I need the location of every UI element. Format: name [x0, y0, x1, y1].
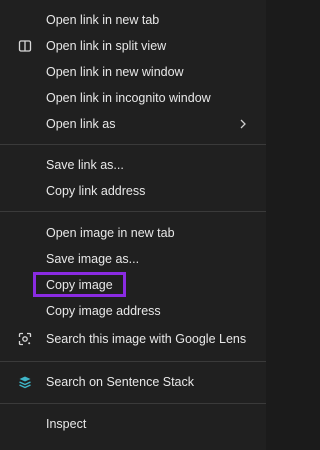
menu-item-label: Open link in new tab: [46, 13, 160, 27]
menu-item-label: Save link as...: [46, 158, 124, 172]
menu-item-search-sentence-stack[interactable]: Search on Sentence Stack: [0, 370, 266, 394]
menu-item-inspect[interactable]: Inspect: [0, 412, 266, 436]
menu-item-save-image-as[interactable]: Save image as...: [0, 247, 266, 271]
menu-item-label: Copy image: [46, 278, 113, 292]
menu-item-label: Copy link address: [46, 184, 146, 198]
menu-item-copy-image-address[interactable]: Copy image address: [0, 299, 266, 323]
menu-item-search-google-lens[interactable]: Search this image with Google Lens: [0, 327, 266, 351]
menu-item-label: Search on Sentence Stack: [46, 375, 195, 389]
menu-item-copy-image[interactable]: Copy image: [0, 273, 266, 297]
menu-item-label: Search this image with Google Lens: [46, 332, 247, 346]
menu-item-label: Save image as...: [46, 252, 140, 266]
context-menu: Open link in new tab Open link in split …: [0, 0, 266, 450]
menu-item-open-link-new-window[interactable]: Open link in new window: [0, 60, 266, 84]
menu-item-label: Open link in new window: [46, 65, 184, 79]
menu-item-label: Open link as: [46, 117, 116, 131]
menu-item-open-image-new-tab[interactable]: Open image in new tab: [0, 221, 266, 245]
google-lens-icon: [18, 332, 32, 346]
menu-item-label: Inspect: [46, 417, 87, 431]
chevron-right-icon: [238, 112, 248, 136]
menu-separator: [0, 403, 266, 404]
menu-item-open-link-incognito[interactable]: Open link in incognito window: [0, 86, 266, 110]
menu-separator: [0, 211, 266, 212]
menu-item-label: Copy image address: [46, 304, 161, 318]
menu-separator: [0, 361, 266, 362]
menu-item-label: Open link in split view: [46, 39, 167, 53]
menu-item-label: Open image in new tab: [46, 226, 175, 240]
menu-item-save-link-as[interactable]: Save link as...: [0, 153, 266, 177]
menu-item-open-link-new-tab[interactable]: Open link in new tab: [0, 8, 266, 32]
menu-separator: [0, 144, 266, 145]
menu-item-open-link-as[interactable]: Open link as: [0, 112, 266, 136]
menu-item-copy-link-address[interactable]: Copy link address: [0, 179, 266, 203]
menu-item-label: Open link in incognito window: [46, 91, 211, 105]
menu-item-open-link-split-view[interactable]: Open link in split view: [0, 34, 266, 58]
split-view-icon: [18, 39, 32, 53]
sentence-stack-icon: [18, 375, 32, 389]
